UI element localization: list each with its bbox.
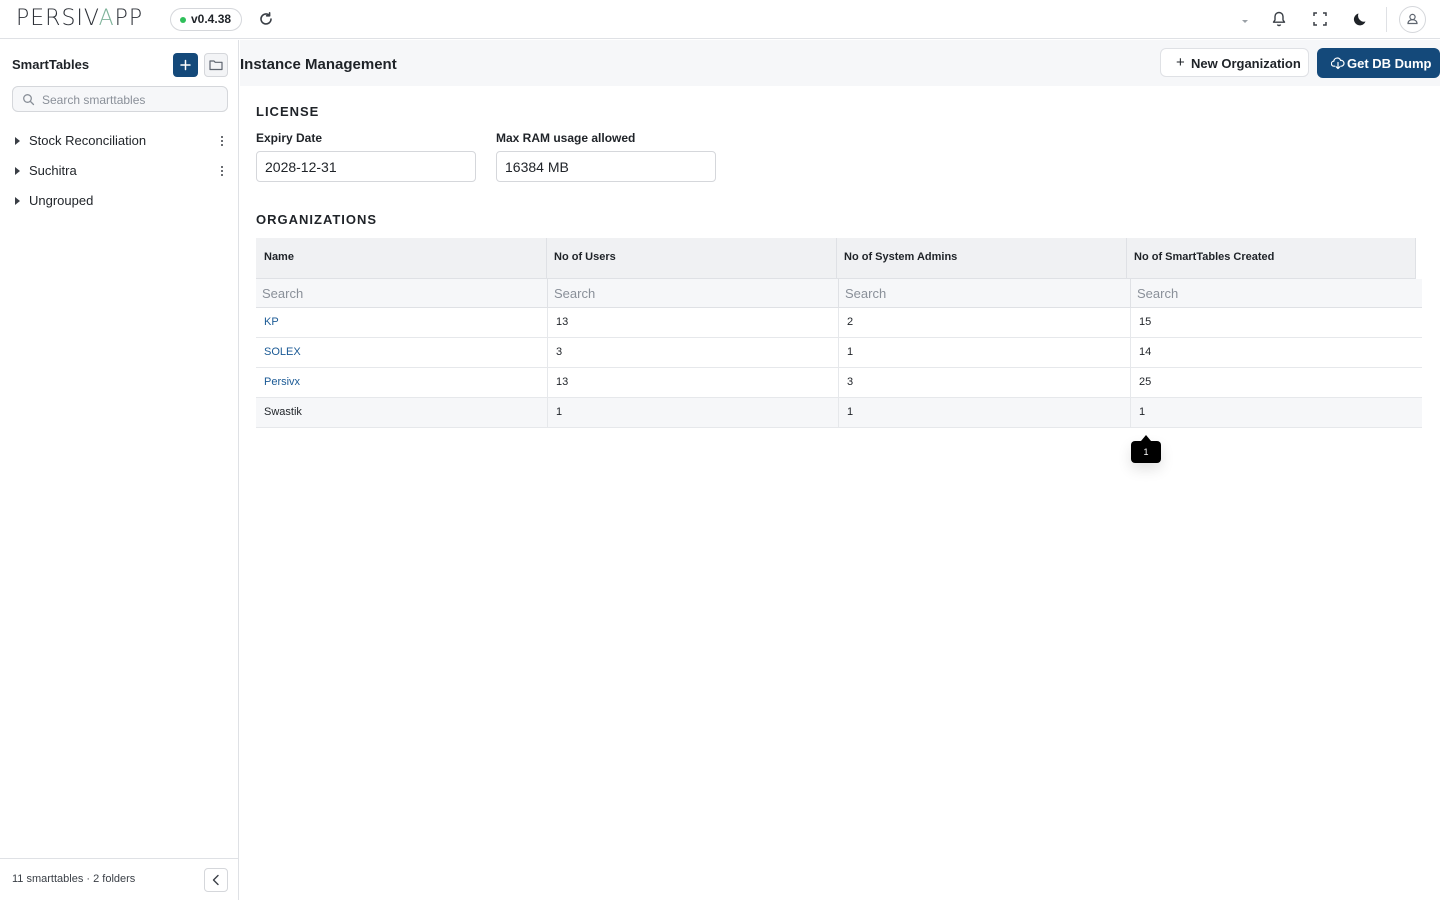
search-icon bbox=[23, 94, 35, 106]
max-ram-field[interactable] bbox=[496, 151, 716, 182]
filter-row bbox=[256, 279, 1422, 308]
plus-icon bbox=[180, 59, 191, 71]
cell-admins: 1 bbox=[839, 398, 1131, 428]
sidebar-search bbox=[12, 86, 228, 112]
sidebar-item-suchitra[interactable]: Suchitra bbox=[0, 156, 238, 186]
sidebar: SmartTables Stock Reconciliation Suchitr… bbox=[0, 40, 239, 900]
toolbar-divider bbox=[1386, 7, 1387, 32]
cell-users: 1 bbox=[548, 398, 839, 428]
table-row[interactable]: SOLEX 3 1 14 bbox=[256, 338, 1422, 368]
folder-icon bbox=[209, 60, 223, 71]
sidebar-count: 11 smarttables · 2 folders bbox=[12, 873, 136, 885]
kebab-icon[interactable] bbox=[220, 134, 224, 148]
moon-icon[interactable] bbox=[1352, 10, 1370, 28]
get-db-dump-button[interactable]: Get DB Dump bbox=[1317, 48, 1440, 78]
org-name-link[interactable]: KP bbox=[256, 308, 548, 338]
table-row[interactable]: KP 13 2 15 bbox=[256, 308, 1422, 338]
page-header: Instance Management + New Organization G… bbox=[240, 40, 1440, 86]
app-logo[interactable]: PERSIVAPP bbox=[16, 6, 143, 31]
sidebar-item-label: Stock Reconciliation bbox=[29, 133, 147, 148]
sidebar-title: SmartTables bbox=[12, 57, 90, 72]
expiry-date-field[interactable] bbox=[256, 151, 476, 182]
fullscreen-icon[interactable] bbox=[1311, 10, 1329, 28]
top-bar: PERSIVAPP v0.4.38 bbox=[0, 0, 1440, 39]
expand-caret-icon[interactable] bbox=[15, 137, 20, 145]
sidebar-item-ungrouped[interactable]: Ungrouped bbox=[0, 186, 238, 216]
column-divider[interactable] bbox=[1415, 238, 1416, 279]
filter-smarttables-input[interactable] bbox=[1131, 279, 1422, 307]
column-header-name[interactable]: Name bbox=[256, 238, 546, 279]
cell-smarttables: 25 bbox=[1139, 376, 1152, 388]
cell-users: 3 bbox=[548, 338, 839, 368]
new-organization-button[interactable]: + New Organization bbox=[1160, 48, 1309, 77]
cell-smarttables: 14 bbox=[1139, 346, 1152, 358]
org-name-link[interactable]: SOLEX bbox=[256, 338, 548, 368]
organizations-section-title: ORGANIZATIONS bbox=[256, 212, 378, 227]
sidebar-item-stock-reconciliation[interactable]: Stock Reconciliation bbox=[0, 126, 238, 156]
collapse-icon bbox=[212, 874, 219, 886]
page-title: Instance Management bbox=[240, 56, 397, 73]
version-badge: v0.4.38 bbox=[170, 8, 243, 31]
expand-caret-icon[interactable] bbox=[15, 197, 20, 205]
sidebar-footer: 11 smarttables · 2 folders bbox=[0, 858, 238, 900]
table-row[interactable]: Persivx 13 3 25 bbox=[256, 368, 1422, 398]
tooltip-text: 1 bbox=[1143, 447, 1149, 457]
cell-smarttables: 1 bbox=[1139, 406, 1146, 418]
version-label: v0.4.38 bbox=[191, 12, 232, 26]
filter-admins-input[interactable] bbox=[839, 279, 1131, 307]
table-row[interactable]: Swastik 1 1 1 bbox=[256, 398, 1422, 428]
filter-name-input[interactable] bbox=[256, 279, 548, 307]
cell-admins: 2 bbox=[839, 308, 1131, 338]
cell-users: 13 bbox=[548, 368, 839, 398]
add-smarttable-button[interactable] bbox=[173, 53, 198, 77]
filter-users-input[interactable] bbox=[548, 279, 839, 307]
tooltip-arrow bbox=[1141, 435, 1151, 441]
sidebar-item-label: Ungrouped bbox=[29, 193, 94, 208]
status-dot bbox=[180, 17, 186, 23]
cell-tooltip: 1 bbox=[1131, 435, 1161, 463]
table-header: Name No of Users No of System Admins No … bbox=[256, 238, 1416, 279]
avatar[interactable] bbox=[1399, 6, 1426, 33]
cell-smarttables: 15 bbox=[1139, 316, 1152, 328]
sidebar-search-input[interactable] bbox=[42, 91, 222, 108]
chevron-down-icon[interactable] bbox=[1236, 10, 1254, 28]
cloud-download-icon bbox=[1331, 57, 1345, 70]
bell-icon[interactable] bbox=[1270, 10, 1288, 28]
expiry-date-label: Expiry Date bbox=[256, 131, 323, 145]
plus-icon: + bbox=[1176, 54, 1185, 71]
user-icon bbox=[1407, 13, 1418, 25]
expand-caret-icon[interactable] bbox=[15, 167, 20, 175]
new-organization-label: New Organization bbox=[1191, 56, 1301, 71]
column-header-smarttables[interactable]: No of SmartTables Created bbox=[1126, 238, 1416, 279]
org-name-cell[interactable]: Swastik bbox=[256, 398, 548, 428]
sidebar-item-label: Suchitra bbox=[29, 163, 77, 178]
cell-admins: 1 bbox=[839, 338, 1131, 368]
get-db-dump-label: Get DB Dump bbox=[1347, 56, 1432, 71]
add-folder-button[interactable] bbox=[204, 53, 228, 77]
kebab-icon[interactable] bbox=[220, 164, 224, 178]
refresh-icon[interactable] bbox=[257, 10, 275, 28]
org-name-link[interactable]: Persivx bbox=[256, 368, 548, 398]
collapse-sidebar-button[interactable] bbox=[204, 868, 228, 892]
license-section-title: LICENSE bbox=[256, 104, 320, 119]
cell-admins: 3 bbox=[839, 368, 1131, 398]
max-ram-label: Max RAM usage allowed bbox=[496, 131, 636, 145]
cell-users: 13 bbox=[548, 308, 839, 338]
column-header-users[interactable]: No of Users bbox=[546, 238, 836, 279]
column-header-admins[interactable]: No of System Admins bbox=[836, 238, 1126, 279]
